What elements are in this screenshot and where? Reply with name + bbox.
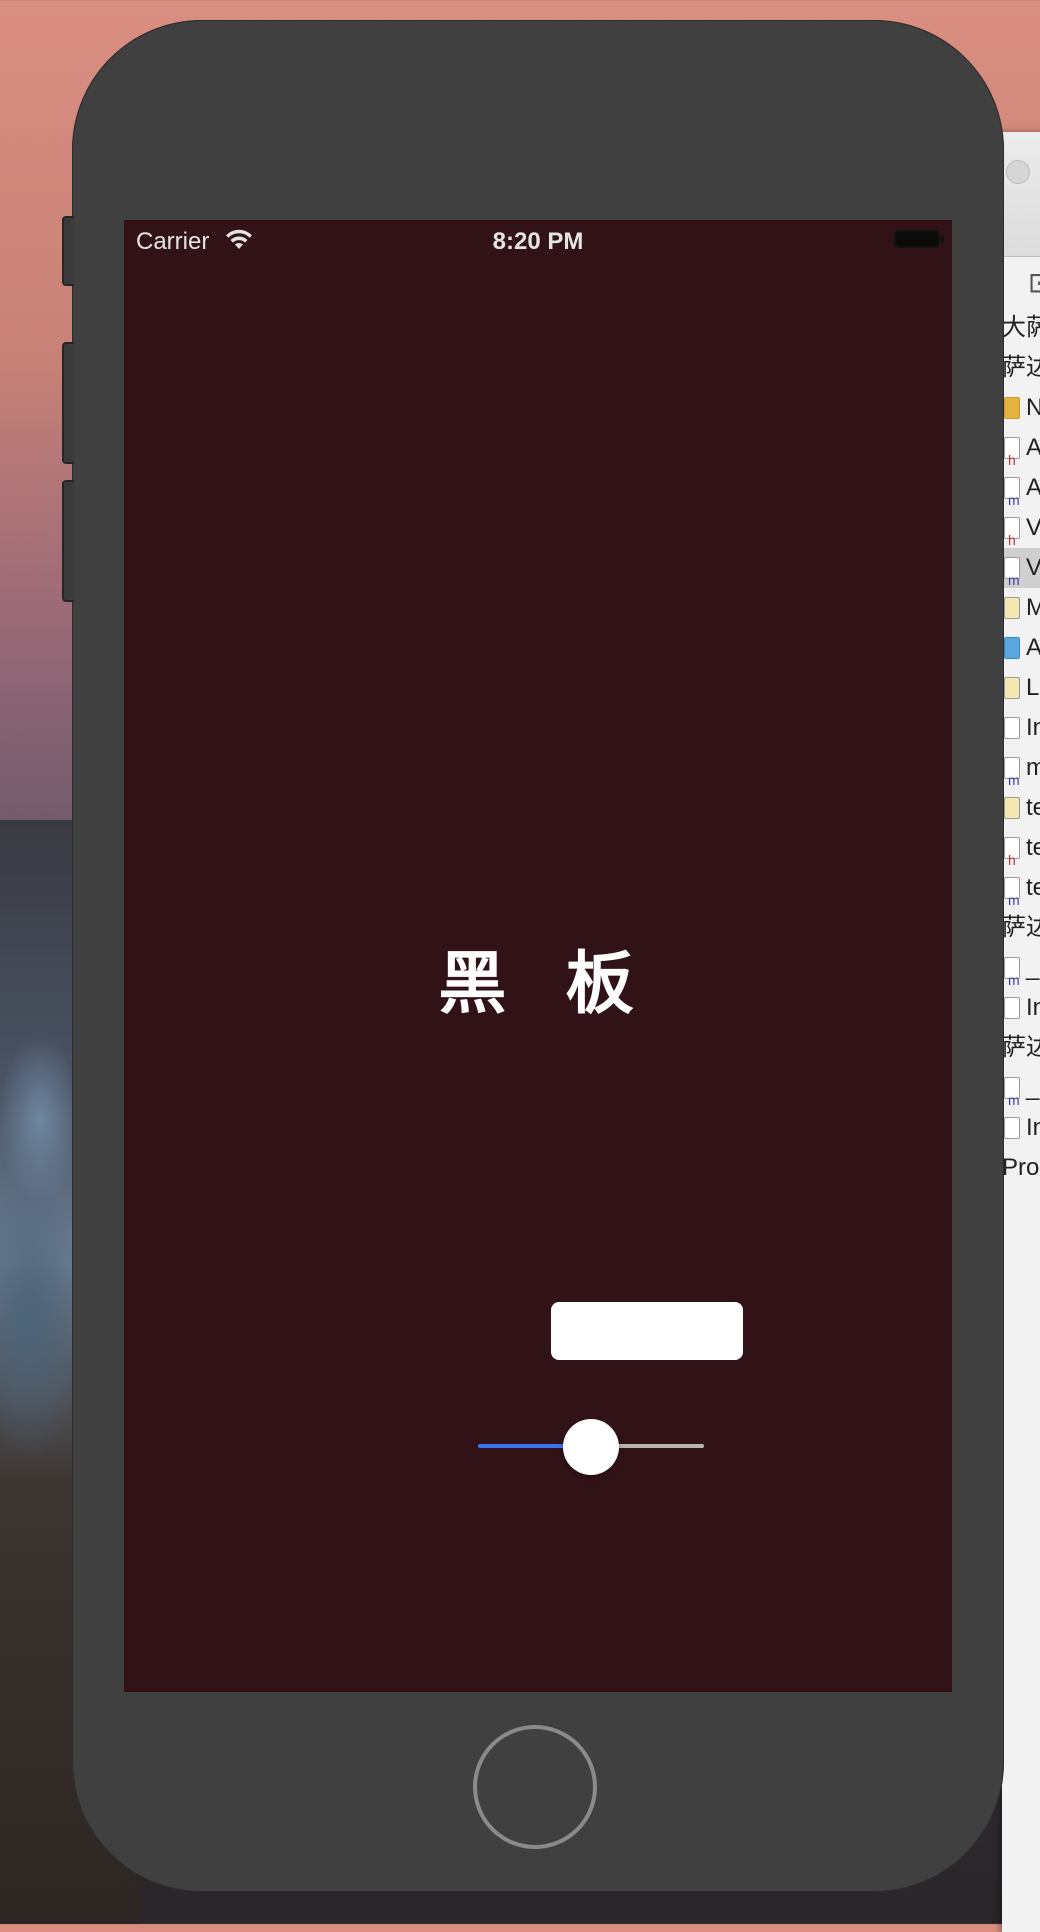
navigator-row-label: V xyxy=(1026,554,1040,581)
slider-thumb[interactable] xyxy=(563,1419,619,1475)
navigator-row-label: m xyxy=(1026,754,1040,781)
navigator-row-label: In xyxy=(1026,994,1040,1021)
file-icon: m xyxy=(1004,877,1020,908)
navigator-row[interactable]: M xyxy=(1002,588,1040,628)
file-icon xyxy=(1004,797,1020,819)
navigator-row[interactable]: In xyxy=(1002,708,1040,748)
navigator-row-label: te xyxy=(1026,874,1040,901)
status-bar: Carrier 8:20 PM xyxy=(124,220,952,260)
navigator-row-label: te xyxy=(1026,834,1040,861)
file-icon xyxy=(1004,717,1020,739)
app-screen: Carrier 8:20 PM 黑 板 xyxy=(124,220,952,1692)
home-button[interactable] xyxy=(473,1725,597,1849)
file-icon: m xyxy=(1004,557,1020,588)
file-icon: m xyxy=(1004,957,1020,988)
navigator-row[interactable]: N xyxy=(1002,388,1040,428)
project-navigator-list: 大萨 萨达 Nh Am Ah Vm V M A L In m m te h te m te 萨达 m _ In 萨达 m _ In… xyxy=(1002,308,1040,1188)
volume-down-button[interactable] xyxy=(62,480,74,602)
status-time: 8:20 PM xyxy=(492,228,584,255)
file-icon xyxy=(1004,997,1020,1019)
navigator-row-label: 萨达 xyxy=(1002,1034,1040,1061)
navigator-row-label: 萨达 xyxy=(1002,914,1040,941)
navigator-row[interactable]: m _ xyxy=(1002,948,1040,988)
file-icon: m xyxy=(1004,1077,1020,1108)
navigator-row-label: In xyxy=(1026,714,1040,741)
blackboard-title: 黑 板 xyxy=(438,945,638,1024)
navigator-row[interactable]: m te xyxy=(1002,868,1040,908)
navigator-row[interactable]: In xyxy=(1002,1108,1040,1148)
file-icon: h xyxy=(1004,517,1020,548)
navigator-row[interactable]: Proc xyxy=(1002,1148,1040,1188)
navigator-row-label: A xyxy=(1026,634,1040,661)
navigator-row[interactable]: mA xyxy=(1002,468,1040,508)
navigator-row[interactable]: L xyxy=(1002,668,1040,708)
navigator-row[interactable]: hA xyxy=(1002,428,1040,468)
navigator-row-label: _ xyxy=(1026,954,1040,981)
xcode-window: ⊡ 大萨 萨达 Nh Am Ah Vm V M A L In m m te h te m te 萨达 m _ In 萨达 m _… xyxy=(1002,132,1040,1932)
volume-up-button[interactable] xyxy=(62,342,74,464)
navigator-row[interactable]: In xyxy=(1002,988,1040,1028)
window-close-button[interactable] xyxy=(1006,160,1030,184)
navigator-row-label: 大萨 xyxy=(1002,314,1040,341)
navigator-row[interactable]: 萨达 xyxy=(1002,908,1040,948)
navigator-row[interactable]: 萨达 xyxy=(1002,348,1040,388)
navigator-row[interactable]: mm xyxy=(1002,748,1040,788)
slider[interactable] xyxy=(476,1416,706,1476)
file-icon xyxy=(1004,637,1020,659)
file-icon xyxy=(1004,1117,1020,1139)
xcode-titlebar xyxy=(1002,132,1040,257)
file-icon: h xyxy=(1004,837,1020,868)
navigator-row-label: Proc xyxy=(1002,1154,1040,1181)
navigator-row-label: A xyxy=(1026,434,1040,461)
folder-icon xyxy=(1004,397,1020,419)
navigator-row[interactable]: hV xyxy=(1002,508,1040,548)
battery-icon xyxy=(894,230,944,248)
navigator-row[interactable]: 大萨 xyxy=(1002,308,1040,348)
white-button[interactable] xyxy=(551,1302,743,1360)
navigator-row[interactable]: h te xyxy=(1002,828,1040,868)
navigator-row-label: In xyxy=(1026,1114,1040,1141)
navigator-row[interactable]: A xyxy=(1002,628,1040,668)
file-icon: h xyxy=(1004,437,1020,468)
navigator-row-label: _ xyxy=(1026,1074,1040,1101)
navigator-row[interactable]: m _ xyxy=(1002,1068,1040,1108)
navigator-row[interactable]: 萨达 xyxy=(1002,1028,1040,1068)
navigator-row[interactable]: mV xyxy=(1002,548,1040,588)
mute-switch[interactable] xyxy=(62,216,74,286)
file-icon: m xyxy=(1004,757,1020,788)
navigator-row-label: 萨达 xyxy=(1002,354,1040,381)
navigator-row-label: A xyxy=(1026,474,1040,501)
navigator-row-label: N xyxy=(1026,394,1040,421)
navigator-row-label: L xyxy=(1026,674,1040,701)
file-icon: m xyxy=(1004,477,1020,508)
navigator-row-label: te xyxy=(1026,794,1040,821)
navigator-row-label: V xyxy=(1026,514,1040,541)
navigator-folder-icon[interactable]: ⊡ xyxy=(1028,266,1040,299)
navigator-row-label: M xyxy=(1026,594,1040,621)
navigator-row[interactable]: te xyxy=(1002,788,1040,828)
file-icon xyxy=(1004,597,1020,619)
file-icon xyxy=(1004,677,1020,699)
